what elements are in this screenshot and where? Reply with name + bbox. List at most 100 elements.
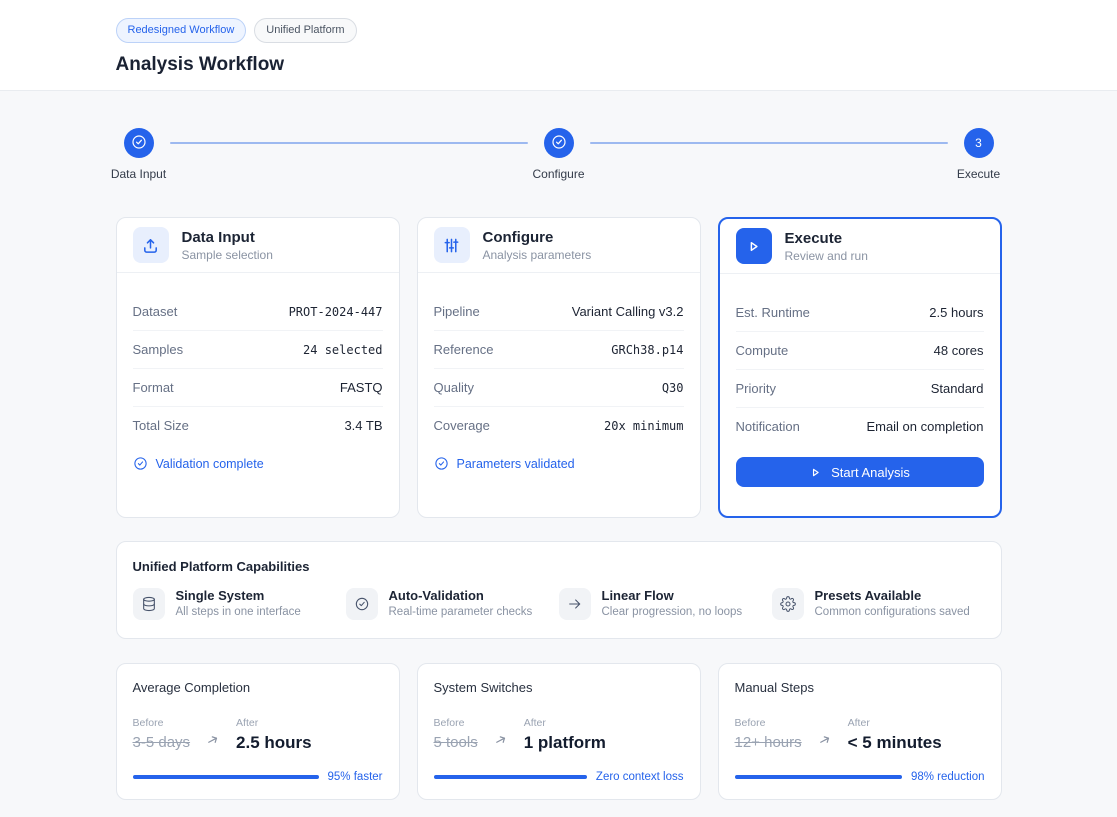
field-row-reference: Reference GRCh38.p14 bbox=[433, 331, 684, 369]
capabilities-panel: Unified Platform Capabilities Single Sys… bbox=[115, 541, 1002, 639]
capability-text: Presets Available Common configurations … bbox=[815, 588, 970, 618]
workflow-stepper: Data Input Configure 3 Execute bbox=[111, 128, 1002, 181]
card-header: Execute Review and run bbox=[719, 219, 1000, 274]
after-label: After bbox=[523, 717, 546, 729]
metric-title: Average Completion bbox=[132, 680, 251, 695]
field-value: 24 selected bbox=[303, 342, 383, 357]
sliders-icon bbox=[433, 227, 470, 263]
card-subtitle: Analysis parameters bbox=[482, 247, 592, 262]
field-label: Reference bbox=[433, 342, 494, 357]
database-icon bbox=[132, 588, 165, 620]
after-label: After bbox=[236, 717, 259, 729]
metric-bar-label: 95% faster bbox=[327, 771, 383, 783]
field-row-total-size: Total Size 3.4 TB bbox=[133, 407, 383, 444]
field-row-priority: Priority Standard bbox=[735, 370, 984, 408]
capability-title: Presets Available bbox=[814, 588, 922, 603]
field-label: Priority bbox=[735, 381, 776, 396]
before-value: 3-5 days bbox=[132, 734, 191, 751]
capabilities-grid: Single System All steps in one interface… bbox=[132, 588, 985, 620]
metric-average-completion: Average Completion Before 3-5 days After… bbox=[115, 663, 400, 800]
capability-subtitle: Clear progression, no loops bbox=[601, 606, 743, 618]
before-block: Before 5 tools bbox=[434, 717, 478, 751]
step-label: Configure bbox=[532, 167, 585, 181]
metric-bar-row: 98% reduction bbox=[734, 771, 985, 783]
arrow-right-icon bbox=[494, 733, 508, 752]
field-label: Quality bbox=[433, 380, 474, 395]
card-title: Data Input bbox=[181, 228, 255, 246]
step-label: Execute bbox=[956, 167, 1001, 181]
play-icon bbox=[735, 228, 772, 264]
capability-text: Linear Flow Clear progression, no loops bbox=[602, 588, 743, 618]
capability-auto-validation: Auto-Validation Real-time parameter chec… bbox=[345, 588, 559, 620]
capability-text: Auto-Validation Real-time parameter chec… bbox=[389, 588, 533, 618]
field-label: Pipeline bbox=[433, 304, 480, 319]
after-block: After 1 platform bbox=[524, 717, 606, 753]
before-label: Before bbox=[132, 717, 164, 729]
step-label: Data Input bbox=[110, 167, 167, 181]
card-header-text: Configure Analysis parameters bbox=[483, 229, 592, 262]
card-title: Configure bbox=[482, 228, 554, 246]
field-label: Dataset bbox=[132, 304, 178, 319]
before-value: 12+ hours bbox=[734, 734, 802, 751]
card-header: Configure Analysis parameters bbox=[417, 218, 700, 273]
before-value: 5 tools bbox=[433, 734, 478, 751]
metric-bar bbox=[433, 775, 587, 779]
check-circle-icon bbox=[133, 456, 148, 471]
capability-presets: Presets Available Common configurations … bbox=[771, 588, 985, 620]
validation-status: Parameters validated bbox=[434, 456, 684, 471]
check-circle-icon bbox=[550, 133, 568, 154]
check-circle-icon bbox=[434, 456, 449, 471]
metric-title: Manual Steps bbox=[734, 680, 815, 695]
capability-text: Single System All steps in one interface bbox=[176, 588, 301, 618]
field-value: Variant Calling v3.2 bbox=[571, 304, 684, 319]
field-value: PROT-2024-447 bbox=[288, 304, 383, 319]
after-value: 2.5 hours bbox=[236, 733, 312, 752]
before-block: Before 3-5 days bbox=[133, 717, 191, 751]
after-block: After < 5 minutes bbox=[848, 717, 942, 753]
status-text: Validation complete bbox=[155, 456, 264, 471]
field-label: Total Size bbox=[132, 418, 189, 433]
capability-linear-flow: Linear Flow Clear progression, no loops bbox=[558, 588, 772, 620]
step-configure-circle[interactable] bbox=[543, 128, 574, 158]
card-header-text: Execute Review and run bbox=[785, 230, 868, 263]
arrow-right-icon bbox=[206, 733, 220, 752]
card-body: Est. Runtime 2.5 hours Compute 48 cores … bbox=[720, 274, 1000, 516]
capability-subtitle: All steps in one interface bbox=[175, 606, 301, 618]
field-label: Format bbox=[132, 380, 174, 395]
field-row-pipeline: Pipeline Variant Calling v3.2 bbox=[433, 293, 684, 331]
after-value: 1 platform bbox=[523, 733, 606, 752]
after-label: After bbox=[847, 717, 870, 729]
step-data-input: Data Input bbox=[111, 128, 166, 181]
metric-title: System Switches bbox=[433, 680, 533, 695]
step-execute: 3 Execute bbox=[956, 128, 1002, 181]
field-value: FASTQ bbox=[339, 380, 383, 395]
metric-bar-row: 95% faster bbox=[132, 771, 383, 783]
arrow-right-icon bbox=[818, 733, 832, 752]
metric-bar-label: Zero context loss bbox=[595, 771, 684, 783]
status-text: Parameters validated bbox=[456, 456, 575, 471]
capabilities-title: Unified Platform Capabilities bbox=[132, 559, 310, 574]
before-after: Before 12+ hours After < 5 minutes bbox=[735, 717, 985, 753]
start-analysis-button[interactable]: Start Analysis bbox=[735, 457, 984, 487]
field-value: GRCh38.p14 bbox=[611, 342, 684, 357]
gear-icon bbox=[771, 588, 804, 620]
step-number: 3 bbox=[975, 136, 982, 150]
field-value: Email on completion bbox=[866, 419, 984, 434]
stepper-connector bbox=[169, 142, 528, 144]
stepper-connector bbox=[589, 142, 948, 144]
check-circle-icon bbox=[345, 588, 378, 620]
field-value: 3.4 TB bbox=[344, 418, 383, 433]
before-after: Before 5 tools After 1 platform bbox=[434, 717, 684, 753]
card-subtitle: Sample selection bbox=[181, 247, 273, 262]
upload-icon bbox=[132, 227, 169, 263]
metric-bar-row: Zero context loss bbox=[433, 771, 684, 783]
field-row-coverage: Coverage 20x minimum bbox=[434, 407, 684, 444]
metric-bar-label: 98% reduction bbox=[910, 771, 985, 783]
field-row-dataset: Dataset PROT-2024-447 bbox=[132, 293, 383, 331]
step-data-input-circle[interactable] bbox=[123, 128, 154, 158]
step-execute-circle[interactable]: 3 bbox=[963, 128, 994, 158]
field-value: 2.5 hours bbox=[929, 305, 984, 320]
card-execute: Execute Review and run Est. Runtime 2.5 … bbox=[717, 217, 1002, 518]
badge-row: Redesigned Workflow Unified Platform bbox=[115, 18, 1002, 43]
card-header: Data Input Sample selection bbox=[116, 218, 399, 273]
